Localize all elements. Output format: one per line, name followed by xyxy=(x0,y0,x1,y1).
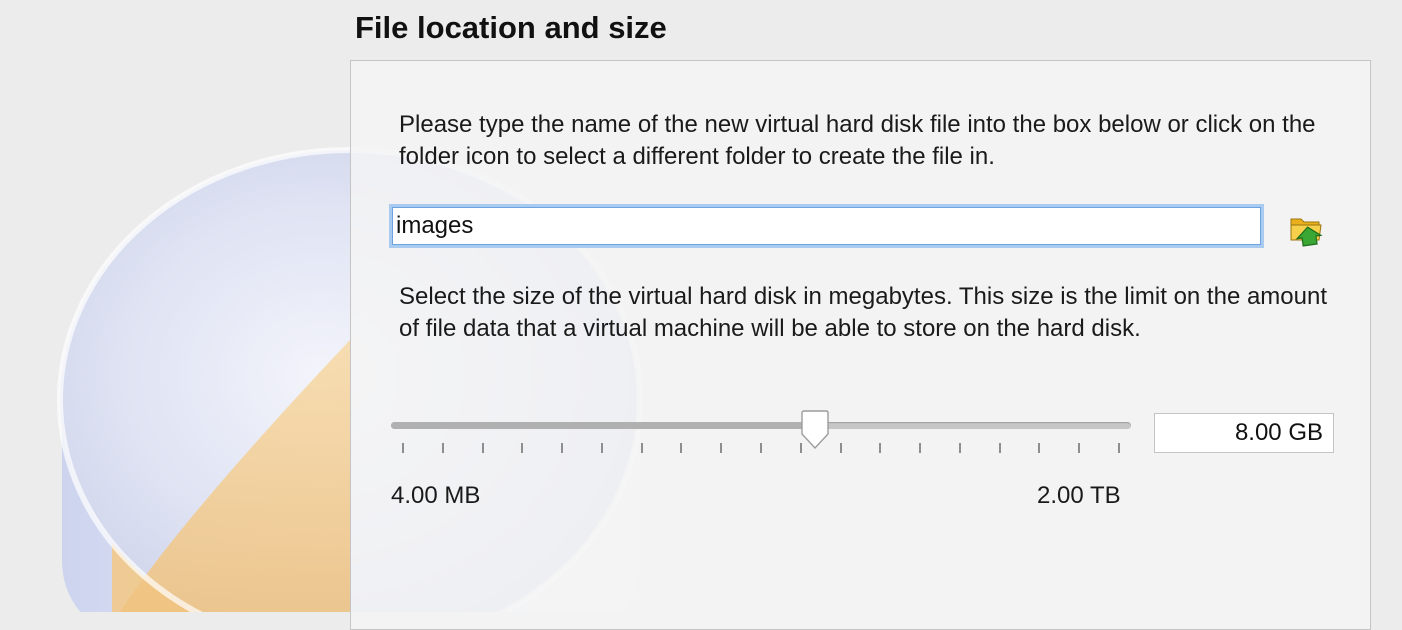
slider-tick xyxy=(958,443,961,453)
slider-fill xyxy=(391,422,815,429)
disk-size-slider[interactable] xyxy=(391,403,1131,463)
slider-max-label: 2.00 TB xyxy=(1037,482,1121,509)
slider-tick xyxy=(760,443,762,453)
slider-tick xyxy=(600,443,603,453)
slider-tick xyxy=(720,443,723,453)
slider-thumb[interactable] xyxy=(799,410,831,450)
slider-tick xyxy=(402,443,404,453)
slider-tick xyxy=(1118,443,1120,453)
choose-folder-button[interactable] xyxy=(1287,207,1329,249)
page-title: File location and size xyxy=(355,10,667,45)
disk-size-field[interactable] xyxy=(1154,413,1334,453)
slider-tick xyxy=(441,443,444,453)
folder-up-icon xyxy=(1290,218,1323,247)
location-size-group: Please type the name of the new virtual … xyxy=(350,60,1371,630)
slider-tick xyxy=(521,443,524,453)
slider-tick xyxy=(561,443,564,453)
location-description: Please type the name of the new virtual … xyxy=(399,111,1316,170)
slider-tick xyxy=(1078,443,1081,453)
slider-ticks xyxy=(391,443,1131,455)
slider-tick xyxy=(879,443,882,453)
slider-tick xyxy=(839,443,842,453)
slider-tick xyxy=(1038,443,1041,453)
slider-tick xyxy=(919,443,922,453)
slider-tick xyxy=(998,443,1001,453)
slider-tick xyxy=(640,443,643,453)
file-name-input[interactable] xyxy=(389,204,1264,248)
slider-tick xyxy=(680,443,683,453)
slider-min-label: 4.00 MB xyxy=(391,482,481,509)
size-description: Select the size of the virtual hard disk… xyxy=(399,283,1328,342)
slider-tick xyxy=(481,443,484,453)
